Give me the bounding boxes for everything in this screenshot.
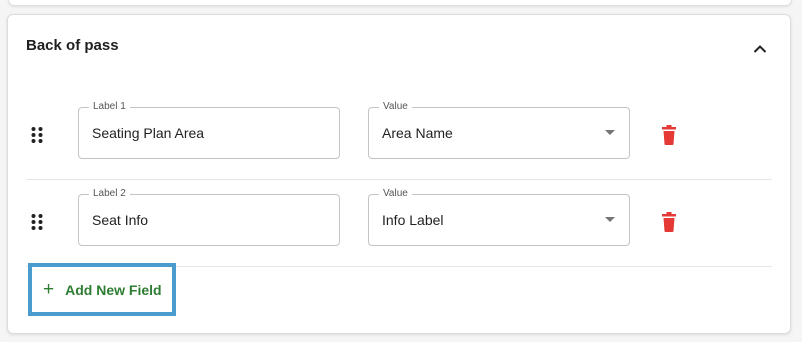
label-value: Seat Info [92,212,149,228]
caret-down-icon [605,217,615,222]
field-legend: Label 2 [89,188,130,200]
drag-handle-icon [31,214,43,230]
label-field[interactable]: Label 1 Seating Plan Area [78,101,340,159]
section-title: Back of pass [26,37,119,54]
field-row: Label 1 Seating Plan Area Value Area Nam… [26,93,772,180]
value-select[interactable]: Value Area Name [368,101,630,159]
delete-button[interactable] [658,210,680,234]
field-legend: Label 1 [89,101,130,113]
add-new-field-label: Add New Field [65,281,162,298]
previous-card [8,0,792,6]
collapse-button[interactable] [748,37,772,61]
back-of-pass-card: Back of pass Label 1 Seating Plan Area V… [7,14,791,334]
trash-icon [662,212,676,232]
caret-down-icon [605,130,615,135]
trash-icon [662,125,676,145]
label-value: Seating Plan Area [92,125,205,141]
delete-button[interactable] [658,123,680,147]
chevron-up-icon [753,45,767,53]
selected-value: Info Label [382,212,444,228]
value-select[interactable]: Value Info Label [368,188,630,246]
selected-value: Area Name [382,125,453,141]
label-field[interactable]: Label 2 Seat Info [78,188,340,246]
drag-handle-icon [31,127,43,143]
field-legend: Value [379,101,412,113]
plus-icon: + [43,279,55,300]
drag-handle[interactable] [30,213,44,231]
drag-handle[interactable] [30,126,44,144]
field-row: Label 2 Seat Info Value Info Label [26,180,772,267]
field-legend: Value [379,188,412,200]
add-new-field-button[interactable]: + Add New Field [28,263,176,316]
